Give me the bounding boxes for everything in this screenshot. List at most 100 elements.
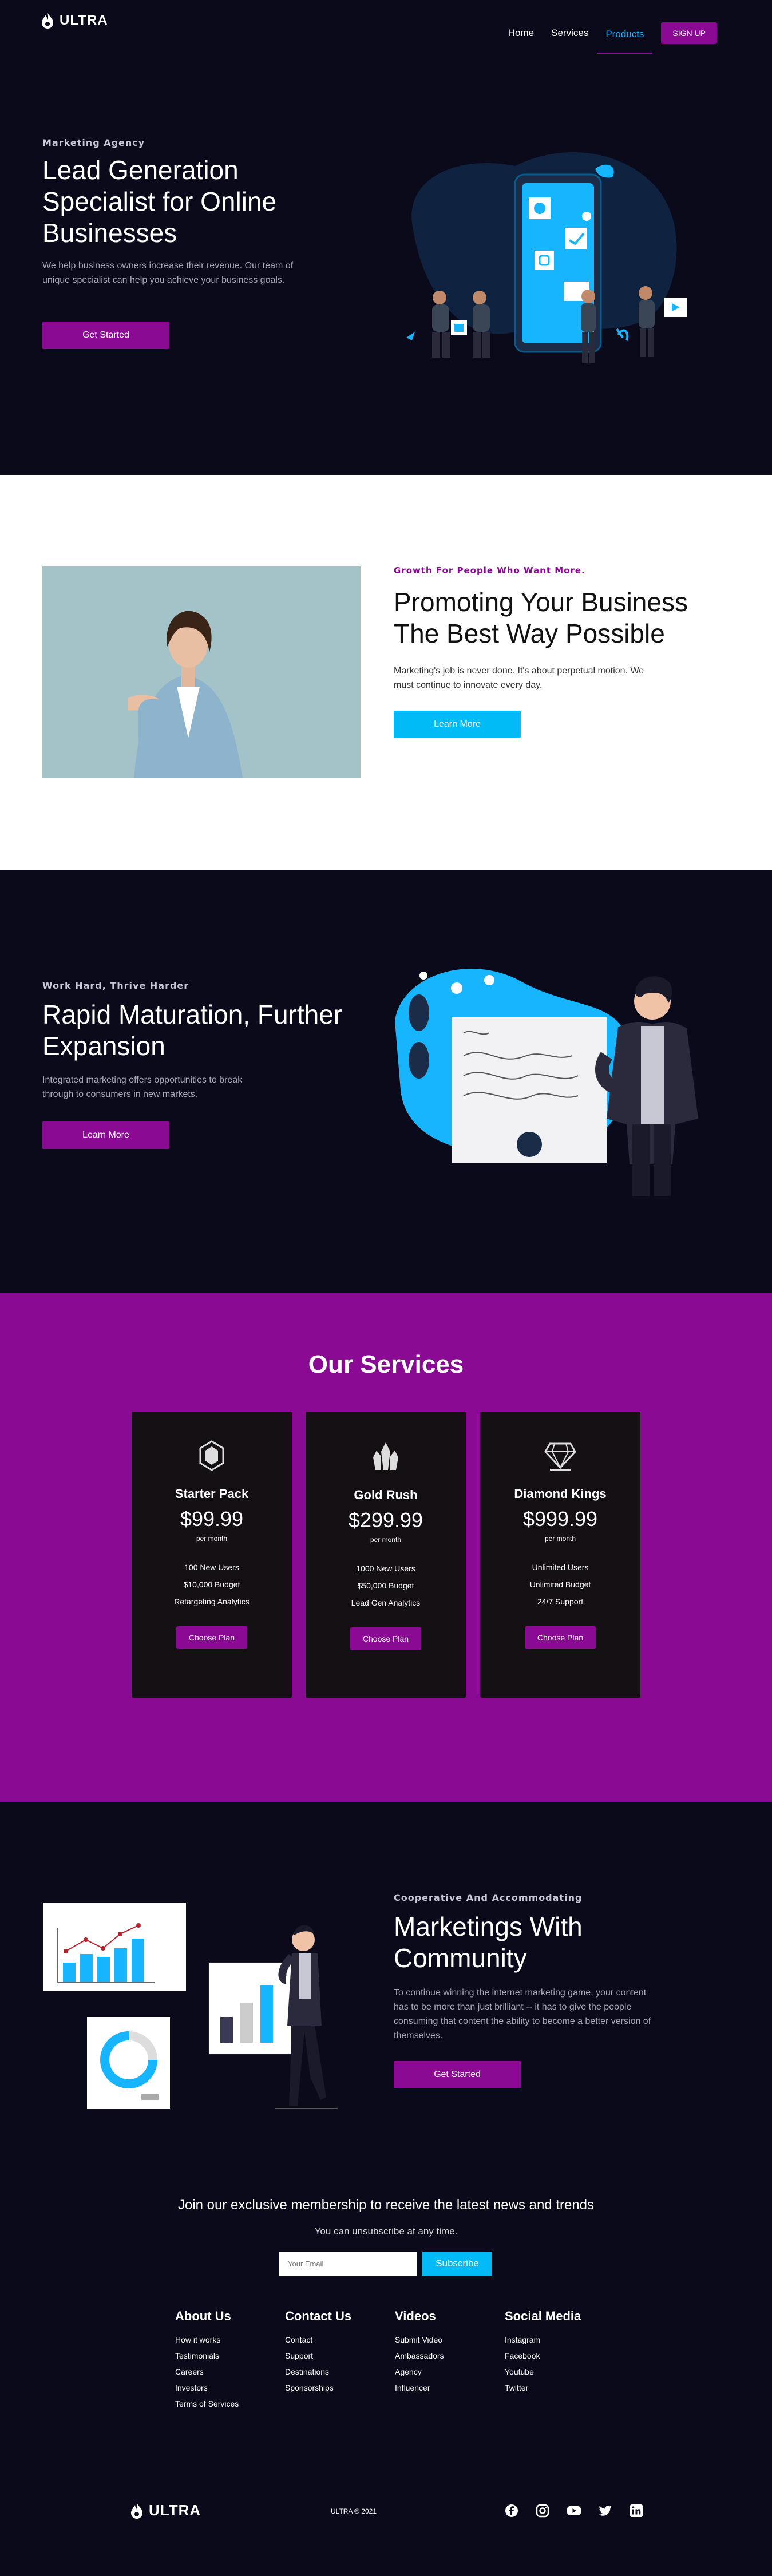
pricing-card-starter: Starter Pack $99.99 per month 100 New Us… [132,1412,292,1698]
brand-logo[interactable]: ULTRA [41,13,108,29]
footer-link[interactable]: Careers [175,2364,278,2380]
footer-col-videos: Videos Submit Video Ambassadors Agency I… [395,2309,498,2396]
plan-period: per month [544,1535,576,1543]
nav-services[interactable]: Services [543,24,597,42]
plan-feature: $50,000 Budget [357,1581,414,1590]
promote-section: Growth For People Who Want More. Promoti… [0,475,772,870]
footer-brand-name: ULTRA [149,2502,201,2519]
marketing-get-started-button[interactable]: Get Started [394,2061,521,2088]
plan-feature: $10,000 Budget [183,1580,240,1589]
footer-col-title: Social Media [505,2309,581,2323]
footer-col-contact: Contact Us Contact Support Destinations … [285,2309,388,2396]
linkedin-icon[interactable] [630,2504,643,2518]
nav-home[interactable]: Home [500,24,543,42]
nav-products[interactable]: Products [597,25,653,54]
hero-section: ULTRA Home Services Products SIGN UP Mar… [0,0,772,475]
footer-link[interactable]: Testimonials [175,2348,278,2364]
marketing-eyebrow: Cooperative And Accommodating [394,1892,583,1903]
diamond-icon [544,1442,576,1471]
hero-title: Lead Generation Specialist for Online Bu… [42,155,277,248]
plan-feature: Unlimited Budget [529,1580,591,1589]
footer-brand-logo[interactable]: ULTRA [130,2502,201,2519]
plan-feature: Lead Gen Analytics [351,1598,421,1607]
analytics-illustration [43,1903,338,2109]
footer-link[interactable]: Terms of Services [175,2396,278,2412]
plan-price: $99.99 [180,1507,244,1531]
footer-col-title: About Us [175,2309,231,2323]
facebook-icon[interactable] [505,2504,518,2518]
brand-name: ULTRA [60,13,108,28]
hero-text: We help business owners increase their r… [42,261,294,285]
footer-link[interactable]: Influencer [395,2380,498,2396]
promote-eyebrow: Growth For People Who Want More. [394,565,585,576]
plan-feature: 1000 New Users [356,1564,415,1573]
footer-link[interactable]: How it works [175,2332,278,2348]
youtube-icon[interactable] [567,2504,581,2518]
main-nav: Home Services Products SIGN UP [500,13,717,54]
copyright: ULTRA © 2021 [331,2507,377,2515]
plan-period: per month [370,1536,402,1544]
signup-button[interactable]: SIGN UP [661,22,717,44]
choose-plan-button[interactable]: Choose Plan [525,1626,596,1649]
rapid-learn-more-button[interactable]: Learn More [42,1121,169,1149]
footer-link[interactable]: Instagram [505,2332,608,2348]
footer-link[interactable]: Facebook [505,2348,608,2364]
plan-name: Gold Rush [354,1488,418,1502]
footer-col-title: Contact Us [285,2309,352,2323]
flame-icon [131,2502,142,2519]
crystals-icon [373,1442,398,1470]
footer-col-about: About Us How it works Testimonials Caree… [175,2309,278,2412]
hero-eyebrow: Marketing Agency [42,137,145,148]
footer-col-social: Social Media Instagram Facebook Youtube … [505,2309,608,2396]
services-section: Our Services Starter Pack $99.99 per mon… [0,1293,772,1802]
marketing-section: Cooperative And Accommodating Marketings… [0,1802,772,2174]
hero-get-started-button[interactable]: Get Started [42,322,169,349]
newsletter-heading: Join our exclusive membership to receive… [177,2197,595,2213]
footer-link[interactable]: Youtube [505,2364,608,2380]
expansion-illustration [395,968,698,1196]
promote-title: Promoting Your Business The Best Way Pos… [394,587,688,648]
plan-period: per month [196,1535,228,1543]
footer-bottom-bar: ULTRA ULTRA © 2021 [0,2479,772,2536]
plan-feature: 100 New Users [184,1563,239,1572]
footer-link[interactable]: Contact [285,2332,388,2348]
social-media-illustration [406,152,687,363]
footer-link[interactable]: Ambassadors [395,2348,498,2364]
footer-link[interactable]: Destinations [285,2364,388,2380]
newsletter-subtext: You can unsubscribe at any time. [314,2226,458,2237]
instagram-icon[interactable] [536,2504,549,2518]
plan-price: $999.99 [522,1507,598,1531]
choose-plan-button[interactable]: Choose Plan [176,1626,247,1649]
services-title: Our Services [308,1350,464,1378]
plan-feature: Retargeting Analytics [174,1597,250,1606]
promote-text: Marketing's job is never done. It's abou… [394,666,644,690]
promote-learn-more-button[interactable]: Learn More [394,711,521,738]
footer-link[interactable]: Twitter [505,2380,608,2396]
gem-icon [199,1440,224,1471]
subscribe-button[interactable]: Subscribe [422,2252,492,2276]
choose-plan-button[interactable]: Choose Plan [350,1627,421,1650]
footer-link[interactable]: Investors [175,2380,278,2396]
marketing-title: Marketings With Community [394,1912,583,1973]
pricing-card-gold: Gold Rush $299.99 per month 1000 New Use… [306,1412,466,1698]
footer-link[interactable]: Support [285,2348,388,2364]
twitter-icon[interactable] [599,2504,612,2518]
plan-feature: Unlimited Users [532,1563,589,1572]
footer-link[interactable]: Sponsorships [285,2380,388,2396]
rapid-eyebrow: Work Hard, Thrive Harder [42,980,189,991]
plan-feature: 24/7 Support [537,1597,584,1606]
plan-price: $299.99 [348,1508,423,1532]
rapid-title: Rapid Maturation, Further Expansion [42,1000,343,1061]
rapid-section: Work Hard, Thrive Harder Rapid Maturatio… [0,870,772,1293]
plan-name: Diamond Kings [514,1487,607,1501]
flame-icon [42,13,53,29]
footer-link[interactable]: Submit Video [395,2332,498,2348]
plan-name: Starter Pack [175,1487,249,1501]
pricing-card-diamond: Diamond Kings $999.99 per month Unlimite… [480,1412,640,1698]
rapid-text: Integrated marketing offers opportunitie… [42,1075,243,1099]
social-icons [505,2504,643,2518]
footer-link[interactable]: Agency [395,2364,498,2380]
footer-col-title: Videos [395,2309,436,2323]
marketing-text: To continue winning the internet marketi… [394,1988,651,2040]
email-field[interactable] [279,2252,417,2276]
